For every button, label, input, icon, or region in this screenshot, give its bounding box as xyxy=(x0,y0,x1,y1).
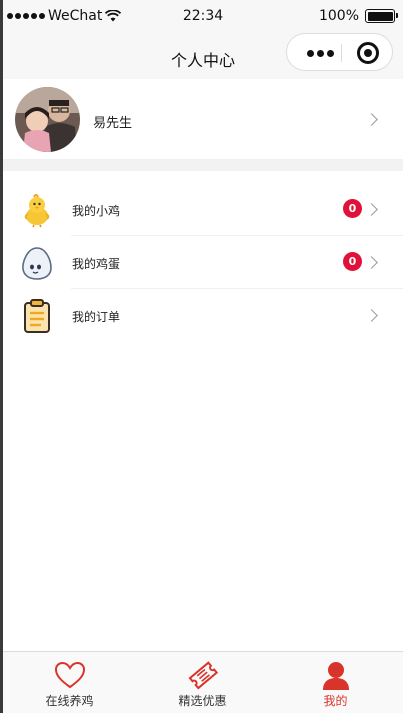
more-icon[interactable] xyxy=(307,50,334,57)
tab-bar: 在线养鸡 精选优惠 我的 xyxy=(3,651,403,713)
chick-icon xyxy=(24,194,50,228)
user-name: 易先生 xyxy=(93,116,133,131)
chevron-right-icon xyxy=(365,309,378,322)
tab-label: 精选优惠 xyxy=(178,694,227,708)
menu-label: 我的订单 xyxy=(72,310,121,324)
status-bar: WeChat 22:34 100% xyxy=(3,0,403,33)
tab-label: 我的 xyxy=(323,694,348,708)
heart-icon xyxy=(54,661,85,689)
tab-featured-deals[interactable]: 精选优惠 xyxy=(136,652,269,713)
avatar xyxy=(15,87,80,152)
count-badge: 0 xyxy=(343,252,362,271)
count-badge: 0 xyxy=(343,199,362,218)
tab-label: 在线养鸡 xyxy=(45,694,94,708)
navigation-bar: 个人中心 xyxy=(3,33,403,79)
menu-item-my-orders[interactable]: 我的订单 xyxy=(3,289,403,342)
tab-mine[interactable]: 我的 xyxy=(269,652,402,713)
menu-label: 我的鸡蛋 xyxy=(72,257,121,271)
menu-label: 我的小鸡 xyxy=(72,204,121,218)
phone-screen: WeChat 22:34 100% 个人中心 易先生 我的小鸡 0 我的鸡蛋 0… xyxy=(3,0,403,713)
chevron-right-icon xyxy=(365,256,378,269)
chevron-right-icon xyxy=(365,203,378,216)
battery-percent: 100% xyxy=(318,8,359,24)
clipboard-icon xyxy=(24,299,50,333)
profile-row[interactable]: 易先生 xyxy=(3,81,403,159)
tab-online-chicken[interactable]: 在线养鸡 xyxy=(3,652,136,713)
egg-icon xyxy=(22,247,52,280)
menu-item-my-chicks[interactable]: 我的小鸡 0 xyxy=(3,183,403,236)
battery-icon xyxy=(365,9,398,23)
battery-status: 100% xyxy=(318,8,398,24)
miniprogram-capsule xyxy=(286,33,393,71)
person-icon xyxy=(322,662,349,690)
chevron-right-icon xyxy=(365,113,378,126)
menu-item-my-eggs[interactable]: 我的鸡蛋 0 xyxy=(3,236,403,289)
section-separator xyxy=(3,159,403,171)
close-miniprogram-icon[interactable] xyxy=(357,42,379,64)
ticket-icon xyxy=(188,661,218,690)
